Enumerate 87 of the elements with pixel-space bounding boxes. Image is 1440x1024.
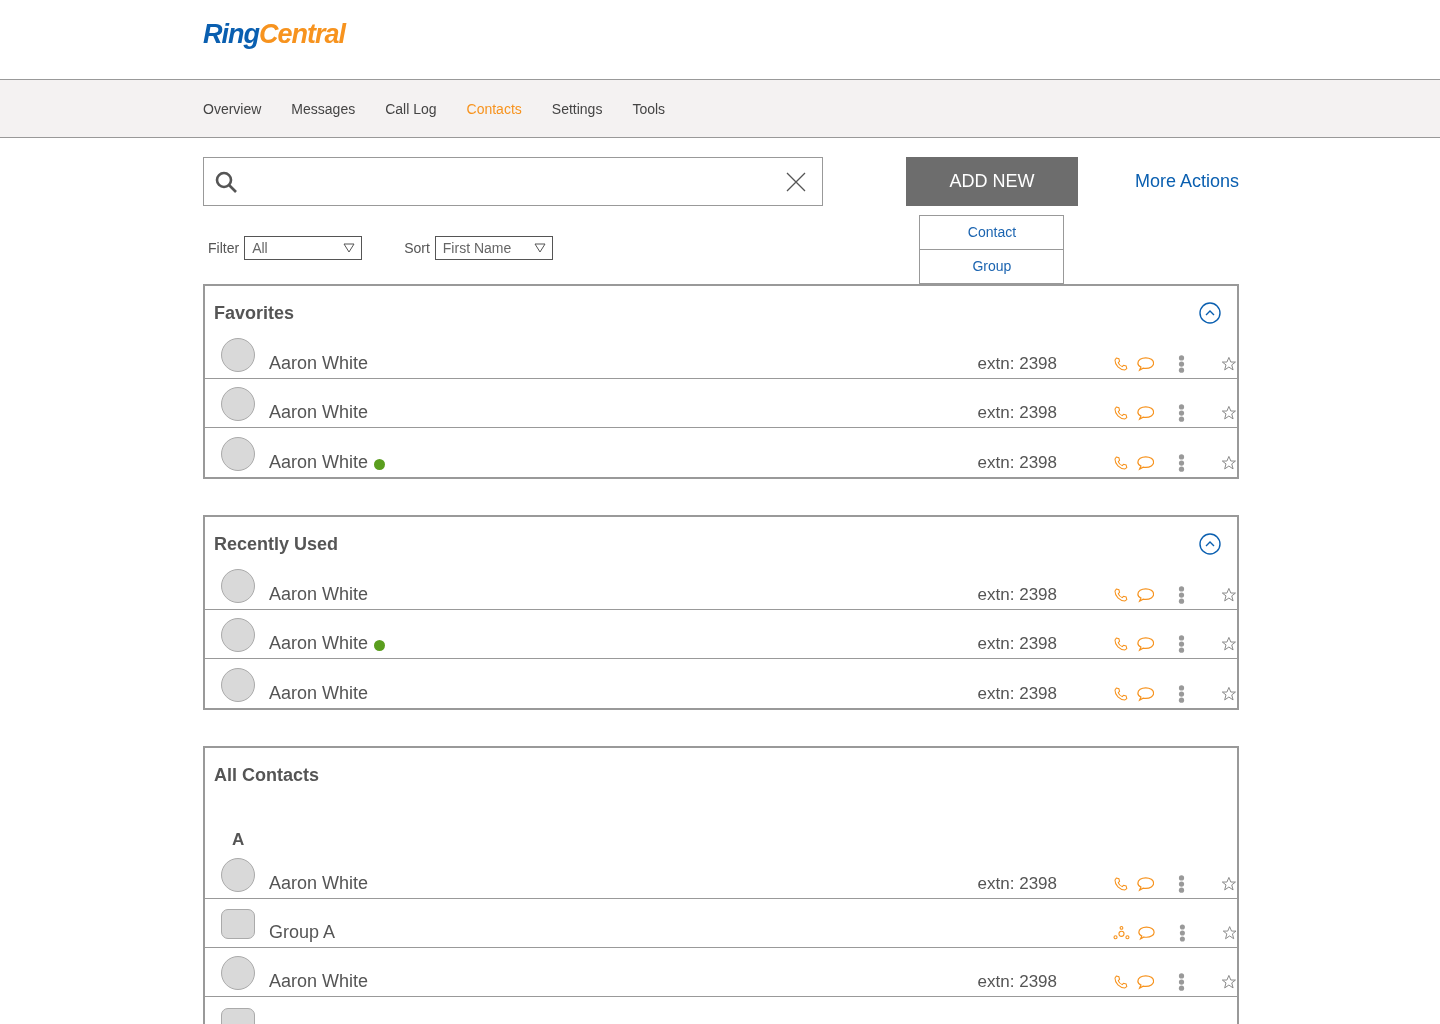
star-icon[interactable] [1221,355,1237,373]
extension: extn: 2398 [977,403,1057,423]
section-title: All Contacts [214,764,319,786]
more-icon[interactable] [1178,923,1186,943]
dropdown-icon[interactable] [343,243,356,253]
search-field[interactable] [203,157,823,206]
more-icon[interactable] [1178,403,1186,423]
dropdown-icon[interactable] [533,243,546,253]
group-icon[interactable] [1113,924,1130,942]
add-new-button[interactable]: ADD NEW [905,157,1078,206]
contact-avatar [221,667,255,702]
contact-name[interactable]: Aaron White [269,452,369,473]
filter-label: Filter [208,240,240,256]
chat-icon[interactable] [1136,973,1155,991]
nav-tab[interactable]: Overview [203,100,262,117]
extension: extn: 2398 [977,634,1057,654]
sort-label: Sort [404,240,430,256]
star-icon[interactable] [1221,586,1237,604]
extension: extn: 2398 [977,874,1057,894]
contact-avatar [221,858,255,892]
contact-avatar [221,387,255,421]
more-icon[interactable] [1178,634,1186,654]
star-icon[interactable] [1221,924,1237,942]
star-icon[interactable] [1221,454,1237,472]
contact-avatar [221,436,255,471]
contact-name[interactable]: Aaron White [269,353,369,374]
extension: extn: 2398 [977,684,1057,704]
chat-icon[interactable] [1136,586,1155,604]
more-icon[interactable] [1178,684,1186,704]
chat-icon[interactable] [1136,454,1155,472]
letter-heading: A [231,829,246,850]
phone-icon[interactable] [1113,404,1129,422]
extension: extn: 2398 [977,972,1057,992]
contact-name[interactable]: Aaron White [269,633,369,654]
phone-icon[interactable] [1113,454,1129,472]
contact-avatar [221,618,255,652]
phone-icon[interactable] [1113,875,1129,893]
more-icon[interactable] [1178,585,1186,605]
nav-tab[interactable]: Call Log [385,100,437,117]
contact-name[interactable]: Aaron White [269,584,369,605]
contact-name[interactable]: Aaron White [269,873,369,894]
chat-icon[interactable] [1136,685,1155,703]
sort-select[interactable]: First Name [434,236,553,260]
star-icon[interactable] [1221,404,1237,422]
phone-icon[interactable] [1113,685,1129,703]
contact-name[interactable]: Group A [269,922,336,943]
chat-icon[interactable] [1136,875,1155,893]
star-icon[interactable] [1221,973,1237,991]
contact-name[interactable]: Aaron White [269,402,369,423]
contact-name[interactable]: Aaron White [269,971,369,992]
contact-avatar [221,338,255,372]
chat-icon[interactable] [1136,404,1155,422]
search-icon [214,169,238,194]
nav-tab[interactable]: Messages [291,100,356,117]
logo: RingCentral [203,19,346,50]
more-icon[interactable] [1178,354,1186,374]
chat-icon[interactable] [1136,355,1155,373]
collapse-icon[interactable] [1199,302,1221,324]
filter-select[interactable]: All [244,236,363,260]
more-icon[interactable] [1178,453,1186,473]
chat-icon[interactable] [1136,635,1155,653]
star-icon[interactable] [1221,685,1237,703]
extension: extn: 2398 [977,453,1057,473]
chat-icon[interactable] [1137,924,1155,942]
extension: extn: 2398 [977,354,1057,374]
phone-icon[interactable] [1113,973,1129,991]
contact-avatar [221,956,255,990]
star-icon[interactable] [1221,635,1237,653]
menu-item[interactable]: Contact [920,216,1064,249]
star-icon[interactable] [1221,875,1237,893]
phone-icon[interactable] [1113,586,1129,604]
more-icon[interactable] [1178,972,1186,992]
close-icon[interactable] [785,171,806,192]
extension: extn: 2398 [977,585,1057,605]
section-title: Recently Used [214,533,339,555]
section-title: Favorites [214,302,295,324]
nav-tab[interactable]: Tools [632,100,666,117]
more-actions-link[interactable]: More Actions [1134,171,1239,192]
menu-item[interactable]: Group [920,249,1064,283]
group-avatar [221,909,255,939]
more-icon[interactable] [1178,874,1186,894]
contact-avatar [221,569,255,603]
nav-tab[interactable]: Settings [551,100,603,117]
phone-icon[interactable] [1113,635,1129,653]
phone-icon[interactable] [1113,355,1129,373]
contact-name[interactable]: Aaron White [269,683,369,704]
collapse-icon[interactable] [1199,533,1221,555]
